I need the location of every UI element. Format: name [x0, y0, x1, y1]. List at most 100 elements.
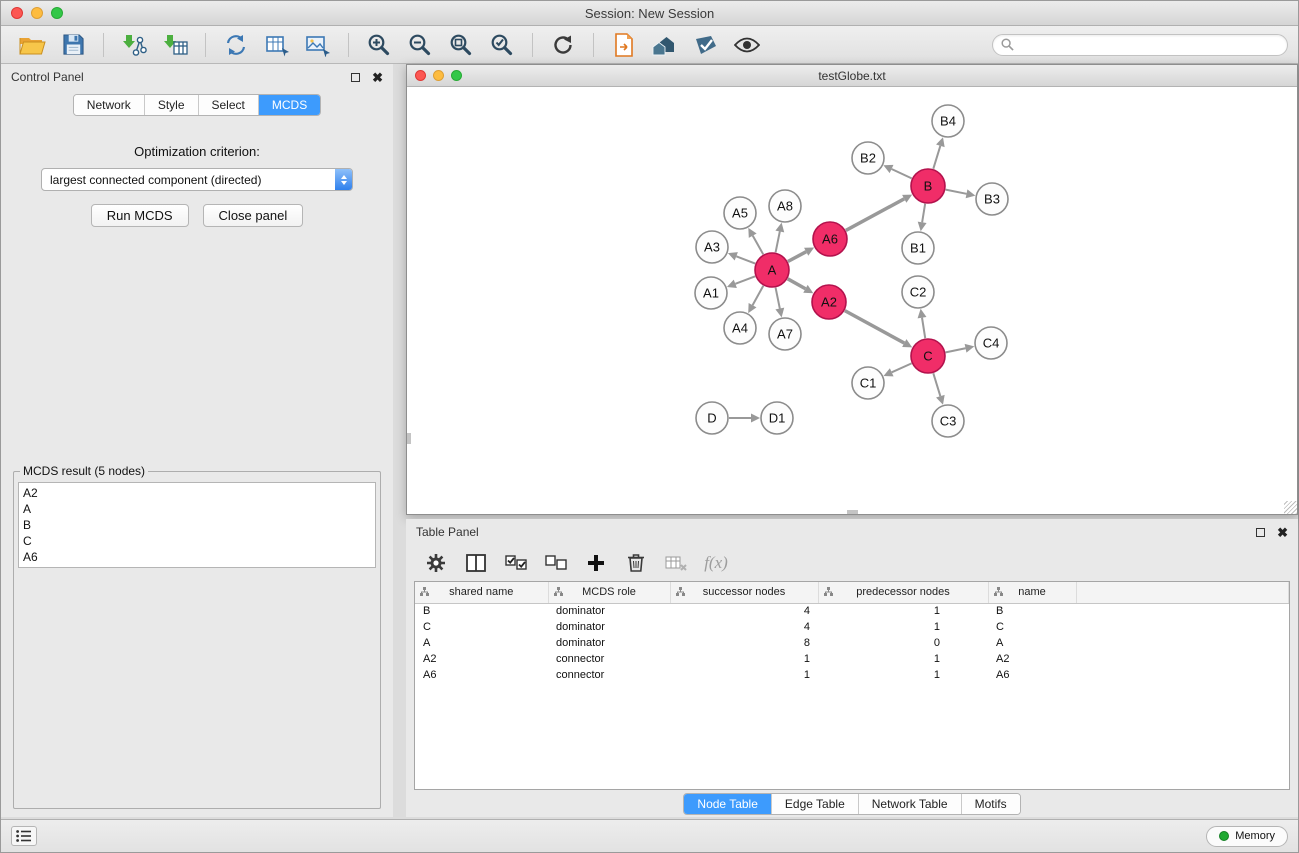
graph-node[interactable]: D: [696, 402, 728, 434]
import-table-button[interactable]: [158, 30, 192, 60]
table-cell[interactable]: A2: [988, 651, 1076, 667]
graph-node[interactable]: C4: [975, 327, 1007, 359]
graph-node[interactable]: C1: [852, 367, 884, 399]
graph-node[interactable]: B1: [902, 232, 934, 264]
graph-node[interactable]: A2: [812, 285, 846, 319]
graph-node[interactable]: A4: [724, 312, 756, 344]
table-cell[interactable]: C: [988, 619, 1076, 635]
graph-node[interactable]: A8: [769, 190, 801, 222]
graph-node[interactable]: A3: [696, 231, 728, 263]
graph-edge[interactable]: [846, 199, 904, 231]
run-mcds-button[interactable]: Run MCDS: [91, 204, 189, 227]
home-view-button[interactable]: [648, 30, 682, 60]
tab-network-table[interactable]: Network Table: [858, 794, 961, 814]
float-table-panel-icon[interactable]: [1256, 528, 1265, 537]
table-cell[interactable]: 1: [818, 619, 988, 635]
table-cell[interactable]: B: [988, 603, 1076, 619]
style-check-button[interactable]: [689, 30, 723, 60]
table-cell[interactable]: A2: [415, 651, 548, 667]
zoom-fit-button[interactable]: [444, 30, 478, 60]
graph-edge[interactable]: [735, 276, 755, 283]
zoom-selected-button[interactable]: [485, 30, 519, 60]
function-builder-button[interactable]: f(x): [704, 549, 728, 577]
mcds-result-item[interactable]: A2: [23, 485, 371, 501]
graph-edge[interactable]: [892, 169, 912, 178]
graph-node[interactable]: C3: [932, 405, 964, 437]
new-table-button[interactable]: [260, 30, 294, 60]
graph-node[interactable]: A7: [769, 318, 801, 350]
show-hide-button[interactable]: [730, 30, 764, 60]
search-input[interactable]: [1019, 38, 1279, 52]
column-header-predecessor-nodes[interactable]: predecessor nodes: [818, 582, 988, 603]
zoom-in-button[interactable]: [362, 30, 396, 60]
graph-edge[interactable]: [788, 279, 806, 289]
tab-style[interactable]: Style: [144, 95, 198, 115]
table-cell[interactable]: 4: [670, 619, 818, 635]
table-cell[interactable]: C: [415, 619, 548, 635]
graph-edge[interactable]: [946, 348, 966, 352]
show-columns-button[interactable]: [464, 549, 488, 577]
minimize-window-button[interactable]: [31, 7, 43, 19]
close-panel-button[interactable]: Close panel: [203, 204, 304, 227]
table-cell[interactable]: 1: [818, 651, 988, 667]
graph-edge[interactable]: [845, 311, 904, 343]
graph-edge[interactable]: [753, 236, 763, 255]
export-image-button[interactable]: [301, 30, 335, 60]
close-panel-icon[interactable]: ✖: [372, 71, 383, 84]
graph-edge[interactable]: [933, 146, 940, 169]
graph-edge[interactable]: [736, 256, 755, 263]
graph-node[interactable]: C: [911, 339, 945, 373]
float-panel-icon[interactable]: [351, 73, 360, 82]
apply-layout-button[interactable]: [546, 30, 580, 60]
table-row[interactable]: A2connector11A2: [415, 651, 1289, 667]
table-row[interactable]: Adominator80A: [415, 635, 1289, 651]
zoom-window-button[interactable]: [51, 7, 63, 19]
graph-node[interactable]: C2: [902, 276, 934, 308]
table-cell[interactable]: 1: [670, 667, 818, 683]
graph-node[interactable]: A6: [813, 222, 847, 256]
table-cell[interactable]: dominator: [548, 603, 670, 619]
mcds-result-list[interactable]: A2ABCA6: [18, 482, 376, 568]
column-header-name[interactable]: name: [988, 582, 1076, 603]
network-close-button[interactable]: [415, 70, 426, 81]
table-cell[interactable]: connector: [548, 667, 670, 683]
table-cell[interactable]: A6: [415, 667, 548, 683]
destroy-table-button[interactable]: [664, 549, 688, 577]
table-row[interactable]: Cdominator41C: [415, 619, 1289, 635]
memory-button[interactable]: Memory: [1206, 826, 1288, 847]
table-cell[interactable]: 1: [670, 651, 818, 667]
add-column-button[interactable]: [584, 549, 608, 577]
table-cell[interactable]: 8: [670, 635, 818, 651]
v-scroll-stub[interactable]: [407, 433, 411, 444]
table-cell[interactable]: A: [415, 635, 548, 651]
table-cell[interactable]: A6: [988, 667, 1076, 683]
tab-network[interactable]: Network: [74, 95, 144, 115]
graph-node[interactable]: B: [911, 169, 945, 203]
graph-edge[interactable]: [753, 286, 764, 305]
column-header-mcds-role[interactable]: MCDS role: [548, 582, 670, 603]
graph-edge[interactable]: [922, 318, 925, 339]
graph-edge[interactable]: [946, 190, 967, 194]
table-cell[interactable]: 4: [670, 603, 818, 619]
column-header-shared-name[interactable]: shared name: [415, 582, 548, 603]
new-network-button[interactable]: [219, 30, 253, 60]
tab-motifs[interactable]: Motifs: [961, 794, 1020, 814]
table-cell[interactable]: A: [988, 635, 1076, 651]
task-history-button[interactable]: [11, 826, 37, 846]
tab-select[interactable]: Select: [198, 95, 258, 115]
close-table-panel-icon[interactable]: ✖: [1277, 526, 1288, 539]
select-all-button[interactable]: [504, 549, 528, 577]
network-minimize-button[interactable]: [433, 70, 444, 81]
graph-node[interactable]: B2: [852, 142, 884, 174]
table-cell[interactable]: 1: [818, 603, 988, 619]
graph-node[interactable]: A5: [724, 197, 756, 229]
delete-column-button[interactable]: [624, 549, 648, 577]
graph-edge[interactable]: [776, 231, 780, 252]
mcds-result-item[interactable]: B: [23, 517, 371, 533]
graph-edge[interactable]: [933, 373, 940, 396]
resize-grip[interactable]: [1284, 501, 1297, 514]
graph-edge[interactable]: [776, 288, 780, 309]
table-cell[interactable]: B: [415, 603, 548, 619]
table-cell[interactable]: 0: [818, 635, 988, 651]
import-network-button[interactable]: [117, 30, 151, 60]
